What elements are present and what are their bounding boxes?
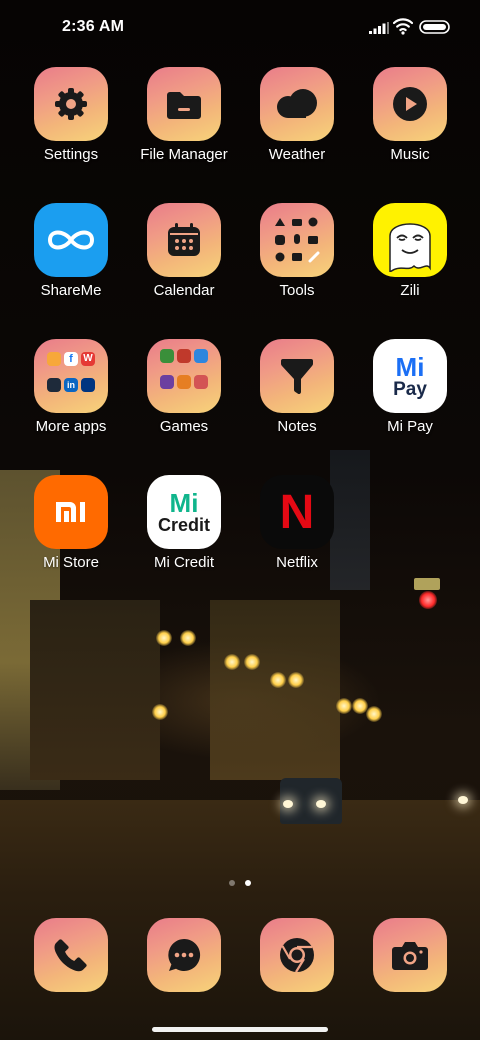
game-preview-icon <box>194 374 208 389</box>
app-label: Mi Pay <box>387 418 433 435</box>
status-bar: 2:36 AM <box>0 0 480 56</box>
app-folder-games[interactable]: Games <box>128 339 240 435</box>
wifi-icon <box>393 18 413 35</box>
app-label: Mi Credit <box>153 554 214 571</box>
folder-preview: f W in <box>47 352 95 400</box>
mi-credit-logo-credit: Credit <box>157 515 210 535</box>
chrome-icon[interactable] <box>260 918 334 992</box>
app-label: Calendar <box>153 282 215 299</box>
app-mi-credit[interactable]: Mi Credit Mi Credit <box>128 475 240 571</box>
wallpaper-building <box>210 600 340 780</box>
netflix-icon[interactable]: N <box>260 475 334 549</box>
wallpaper-streetlight <box>270 672 286 688</box>
app-weather[interactable]: Weather <box>241 67 353 163</box>
wallpaper-traffic-sign <box>414 578 440 590</box>
prime-video-icon <box>47 377 61 392</box>
app-label: ShareMe <box>40 282 102 299</box>
wallpaper-streetlight <box>288 672 304 688</box>
notes-icon[interactable] <box>260 339 334 413</box>
chat-icon[interactable] <box>147 918 221 992</box>
wallpaper-streetlight <box>156 630 172 646</box>
battery-icon <box>419 20 450 34</box>
game-preview-icon <box>177 349 191 363</box>
game-preview-icon <box>160 374 174 389</box>
infinity-icon[interactable] <box>34 203 108 277</box>
app-label: Games <box>159 418 209 435</box>
dock-app-camera[interactable] <box>354 918 466 992</box>
app-zili[interactable]: Zili <box>354 203 466 299</box>
signal-icon <box>369 22 389 34</box>
cloud-icon[interactable] <box>260 67 334 141</box>
dock-app-phone[interactable] <box>15 918 127 992</box>
status-time: 2:36 AM <box>62 18 125 35</box>
wallpaper-streetlight <box>224 654 240 670</box>
folder-preview <box>160 349 208 397</box>
mi-pay-logo-pay: Pay <box>393 378 427 400</box>
app-label: Tools <box>279 282 315 299</box>
app-label: Zili <box>400 282 420 299</box>
wallpaper-streetlight <box>180 630 196 646</box>
app-settings[interactable]: Settings <box>15 67 127 163</box>
mi-pay-logo: Mi Pay <box>393 354 427 399</box>
home-indicator[interactable] <box>152 1027 328 1032</box>
app-shareme[interactable]: ShareMe <box>15 203 127 299</box>
mi-credit-icon[interactable]: Mi Credit <box>147 475 221 549</box>
wallpaper-streetlight <box>244 654 260 670</box>
booking-icon <box>81 377 95 392</box>
wallpaper-car-headlight <box>316 800 326 808</box>
wallpaper-traffic-light <box>419 591 437 609</box>
app-label: Netflix <box>276 554 318 571</box>
app-label: File Manager <box>140 146 228 163</box>
mi-pay-logo-mi: Mi <box>395 351 425 382</box>
app-mi-pay[interactable]: Mi Pay Mi Pay <box>354 339 466 435</box>
app-tools[interactable]: Tools <box>241 203 353 299</box>
zili-face-icon[interactable] <box>373 203 447 277</box>
app-preview-icon <box>47 352 61 366</box>
wallpaper-streetlight <box>336 698 352 714</box>
app-label: Music <box>390 146 430 163</box>
wallpaper-streetlight <box>366 706 382 722</box>
app-notes[interactable]: Notes <box>241 339 353 435</box>
mi-credit-logo-mi: Mi <box>169 488 199 518</box>
game-preview-icon <box>160 349 174 363</box>
wallpaper-building <box>30 600 160 780</box>
facebook-icon: f <box>64 352 78 366</box>
wallpaper-streetlight <box>152 704 168 720</box>
wps-icon: W <box>81 352 95 366</box>
app-label: Settings <box>43 146 99 163</box>
app-music[interactable]: Music <box>354 67 466 163</box>
app-mi-store[interactable]: Mi Store <box>15 475 127 571</box>
folder-icon[interactable] <box>147 339 221 413</box>
calendar-icon[interactable] <box>147 203 221 277</box>
tools-grid-icon[interactable] <box>260 203 334 277</box>
mi-pay-icon[interactable]: Mi Pay <box>373 339 447 413</box>
app-netflix[interactable]: N Netflix <box>241 475 353 571</box>
page-indicator-dot[interactable] <box>229 880 235 886</box>
app-label: Mi Store <box>43 554 99 571</box>
mi-logo-icon[interactable] <box>34 475 108 549</box>
game-preview-icon <box>194 349 208 363</box>
app-label: Weather <box>268 146 326 163</box>
folder-icon[interactable]: f W in <box>34 339 108 413</box>
page-indicator-dot-active[interactable] <box>245 880 251 886</box>
folder-icon[interactable] <box>147 67 221 141</box>
camera-icon[interactable] <box>373 918 447 992</box>
linkedin-icon: in <box>64 377 78 392</box>
app-folder-more-apps[interactable]: f W in More apps <box>15 339 127 435</box>
dock-app-messaging[interactable] <box>128 918 240 992</box>
app-calendar[interactable]: Calendar <box>128 203 240 299</box>
app-file-manager[interactable]: File Manager <box>128 67 240 163</box>
wallpaper-car-headlight <box>283 800 293 808</box>
wallpaper-car-headlight <box>458 796 468 804</box>
app-label: Notes <box>277 418 317 435</box>
game-preview-icon <box>177 374 191 389</box>
dock-app-chrome[interactable] <box>241 918 353 992</box>
mi-credit-logo: Mi Credit <box>158 490 210 534</box>
phone-icon[interactable] <box>34 918 108 992</box>
app-label: More apps <box>35 418 107 435</box>
netflix-logo-letter: N <box>279 485 315 539</box>
play-icon[interactable] <box>373 67 447 141</box>
gear-icon[interactable] <box>34 67 108 141</box>
